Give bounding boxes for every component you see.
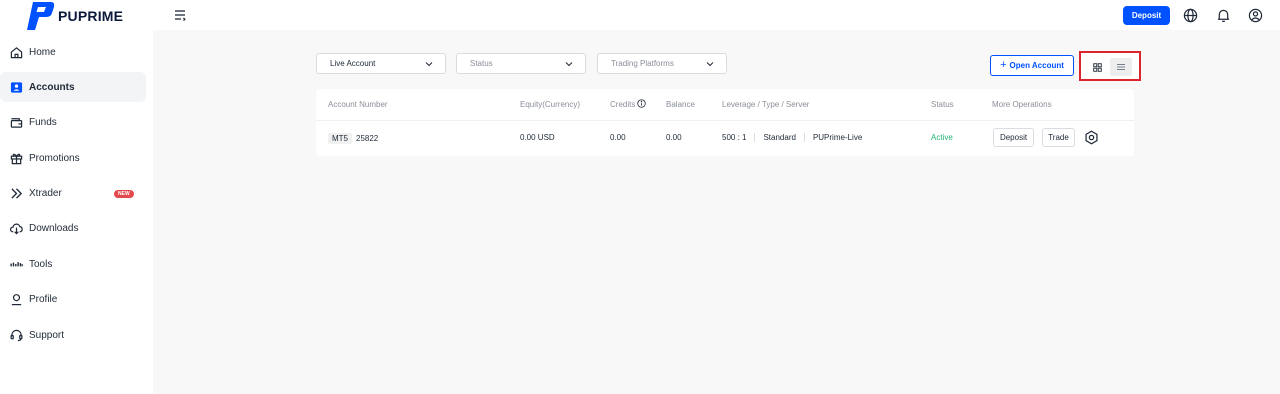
user-circle-icon[interactable] (1248, 8, 1263, 23)
sidebar-item-label: Funds (29, 117, 57, 129)
globe-icon[interactable] (1183, 8, 1198, 23)
table-divider (316, 120, 1134, 121)
sidebar-item-promotions[interactable]: Promotions (0, 143, 153, 173)
trading-platform-placeholder: Trading Platforms (611, 59, 674, 68)
account-type-value: Standard (763, 133, 796, 142)
double-chevron-icon (10, 187, 23, 200)
sidebar-item-label: Xtrader (29, 188, 62, 200)
column-header-credits: Credits (610, 89, 647, 120)
divider (754, 133, 756, 143)
sidebar-item-label: Home (29, 46, 56, 58)
open-account-label: Open Account (1009, 61, 1064, 70)
credits-cell: 0.00 (610, 133, 626, 142)
accounts-table: Account Number Equity(Currency) Credits … (316, 89, 1134, 156)
sidebar-item-label: Tools (29, 258, 53, 270)
sidebar-item-home[interactable]: Home (0, 37, 153, 67)
sidebar-item-accounts[interactable]: Accounts (0, 72, 146, 103)
sidebar-item-label: Profile (29, 294, 58, 306)
brand-name: PUPRIME (58, 8, 124, 24)
chevron-down-icon (706, 62, 714, 67)
column-header-status: Status (931, 100, 954, 109)
top-header: Deposit (153, 0, 1280, 30)
brand-logo[interactable]: PUPRIME (24, 0, 123, 32)
menu-toggle-icon[interactable] (173, 8, 187, 22)
sidebar-item-tools[interactable]: Tools (0, 249, 153, 279)
sidebar: PUPRIME Home Accounts Funds Promotions X… (0, 0, 153, 394)
sidebar-nav: Home Accounts Funds Promotions Xtrader N… (0, 37, 153, 356)
sidebar-item-downloads[interactable]: Downloads (0, 214, 153, 244)
status-badge: Active (931, 133, 953, 142)
header-deposit-button[interactable]: Deposit (1123, 6, 1170, 25)
list-view-icon[interactable] (1110, 58, 1132, 76)
grid-view-icon[interactable] (1086, 58, 1108, 76)
sidebar-item-label: Downloads (29, 223, 79, 235)
puprime-logo-icon (27, 2, 54, 30)
account-type-value: Live Account (330, 59, 376, 68)
info-icon[interactable] (637, 99, 647, 108)
user-icon (10, 293, 23, 306)
view-toggle (1079, 51, 1141, 81)
download-icon (10, 222, 23, 235)
headset-icon (10, 329, 23, 342)
status-select[interactable]: Status (456, 53, 586, 74)
gear-icon[interactable] (1084, 130, 1099, 145)
wallet-icon (10, 116, 23, 129)
leverage-cell: 500 : 1 Standard PUPrime-Live (722, 133, 863, 143)
sidebar-item-support[interactable]: Support (0, 320, 153, 350)
balance-cell: 0.00 (666, 133, 682, 142)
server-value: PUPrime-Live (812, 133, 863, 142)
gift-icon (10, 152, 23, 165)
platform-tag: MT5 (328, 133, 352, 144)
home-icon (10, 46, 23, 59)
new-badge: NEW (114, 189, 134, 198)
main-content: Live Account Status Trading Platforms + … (153, 30, 1280, 394)
column-header-account-number: Account Number (328, 100, 388, 109)
bell-icon[interactable] (1216, 8, 1231, 23)
sidebar-item-label: Promotions (29, 152, 80, 164)
sidebar-item-funds[interactable]: Funds (0, 108, 153, 138)
accounts-icon (10, 81, 23, 94)
account-number: 25822 (356, 134, 379, 143)
chevron-down-icon (425, 62, 433, 67)
sidebar-item-xtrader[interactable]: Xtrader NEW (0, 179, 153, 209)
divider (803, 133, 805, 143)
account-type-select[interactable]: Live Account (316, 53, 446, 74)
column-header-balance: Balance (666, 100, 695, 109)
column-header-credits-label: Credits (610, 100, 636, 109)
row-deposit-button[interactable]: Deposit (993, 128, 1034, 147)
column-header-equity: Equity(Currency) (520, 100, 581, 109)
column-header-operations: More Operations (992, 100, 1052, 109)
chevron-down-icon (565, 62, 573, 67)
trading-platform-select[interactable]: Trading Platforms (597, 53, 727, 74)
equity-cell: 0.00 USD (520, 133, 555, 142)
account-number-cell: MT5 25822 (328, 133, 378, 144)
sidebar-item-label: Support (29, 329, 65, 341)
row-trade-button[interactable]: Trade (1042, 128, 1075, 147)
sidebar-item-label: Accounts (29, 81, 75, 93)
sidebar-item-profile[interactable]: Profile (0, 285, 153, 315)
tools-icon (10, 258, 23, 271)
open-account-button[interactable]: + Open Account (990, 55, 1074, 76)
leverage-value: 500 : 1 (722, 133, 747, 142)
plus-icon: + (1000, 59, 1007, 71)
status-placeholder: Status (470, 59, 493, 68)
column-header-leverage: Leverage / Type / Server (722, 100, 810, 109)
